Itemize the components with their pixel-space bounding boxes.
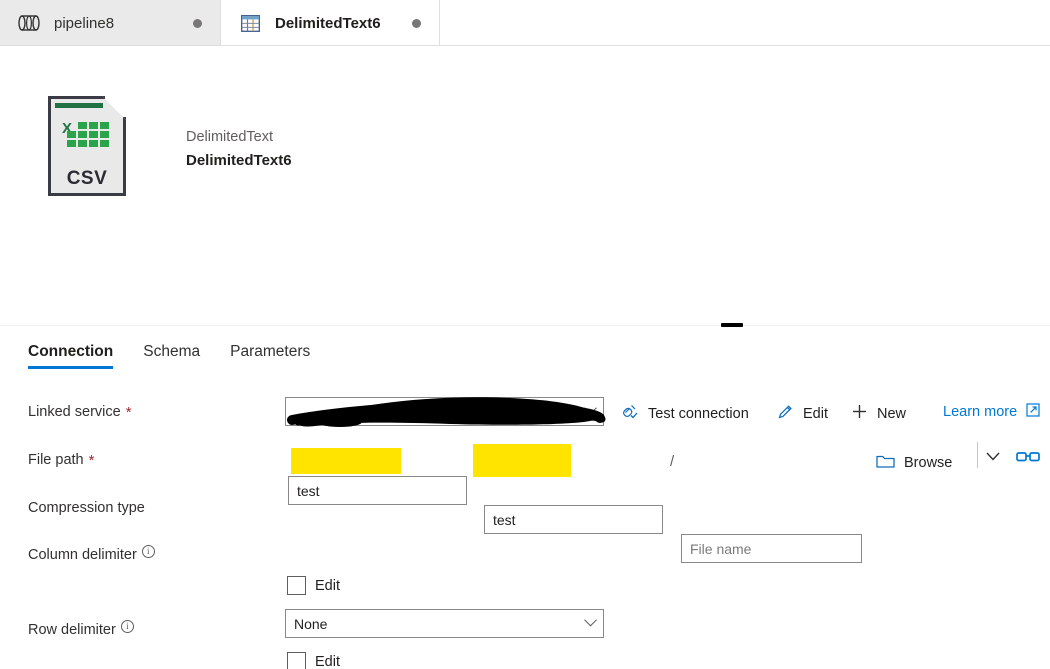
highlight-container [291, 448, 401, 474]
tab-label: DelimitedText6 [275, 15, 381, 32]
chevron-down-icon [584, 613, 597, 626]
plus-icon [851, 403, 868, 424]
label-text: Linked service [28, 404, 121, 420]
folder-icon [876, 453, 895, 473]
dataset-canvas: X CSV DelimitedText DelimitedTe [0, 46, 1050, 321]
tab-delimitedtext6[interactable]: DelimitedText6 [221, 0, 440, 46]
checkbox-label: Edit [315, 654, 340, 669]
tab-parameters[interactable]: Parameters [230, 343, 310, 369]
label-text: File path [28, 452, 84, 468]
checkbox-box[interactable] [287, 576, 306, 595]
csv-icon-label: CSV [48, 168, 126, 190]
directory-value: test [493, 512, 516, 528]
file-name-input[interactable]: File name [681, 534, 862, 563]
tab-connection[interactable]: Connection [28, 343, 113, 369]
pane-splitter [0, 325, 1050, 326]
preview-data-glasses-icon[interactable] [1016, 450, 1040, 468]
button-label: Edit [803, 406, 828, 422]
info-icon[interactable]: i [121, 620, 134, 633]
compression-type-dropdown[interactable]: None [285, 609, 604, 638]
new-linked-service-button[interactable]: New [851, 403, 906, 424]
highlight-directory [473, 444, 571, 477]
plug-check-icon [622, 403, 639, 424]
compression-type-label: Compression type [28, 500, 145, 516]
button-label: Test connection [648, 406, 749, 422]
path-separator-1: / [474, 453, 478, 470]
azure-data-factory-dataset-editor: pipeline8 DelimitedText6 [0, 0, 1050, 669]
checkbox-label: Edit [315, 578, 340, 594]
column-delimiter-label: Column delimiter i [28, 547, 155, 563]
learn-more-link[interactable]: Learn more [943, 403, 1040, 421]
dataset-type-label: DelimitedText [186, 126, 292, 148]
toolbar-separator [977, 442, 978, 468]
dataset-name: DelimitedText6 [186, 148, 292, 174]
file-path-directory-input[interactable]: test [484, 505, 663, 534]
editor-tab-strip: pipeline8 DelimitedText6 [0, 0, 1050, 46]
file-path-label: File path * [28, 452, 94, 468]
pipeline-icon [18, 12, 40, 34]
tab-unsaved-dot[interactable] [193, 19, 202, 28]
linked-service-label: Linked service * [28, 404, 132, 420]
row-delimiter-label: Row delimiter i [28, 622, 134, 638]
file-path-container-input[interactable]: test [288, 476, 467, 505]
file-path-more-chevron[interactable] [984, 450, 1002, 468]
button-label: Browse [904, 455, 952, 471]
tab-unsaved-dot[interactable] [412, 19, 421, 28]
column-delimiter-edit-checkbox[interactable]: Edit [287, 576, 340, 595]
compression-type-value: None [294, 616, 327, 632]
button-label: New [877, 406, 906, 422]
tab-label: pipeline8 [54, 15, 114, 32]
path-separator-2: / [670, 453, 674, 470]
csv-file-icon: X CSV [48, 96, 126, 196]
properties-pane: Connection Schema Parameters Linked serv… [0, 330, 1050, 669]
chevron-down-icon [584, 401, 597, 414]
required-marker: * [126, 405, 132, 420]
linked-service-dropdown[interactable] [285, 397, 604, 426]
browse-button[interactable]: Browse [876, 453, 952, 473]
tab-schema[interactable]: Schema [143, 343, 200, 369]
pane-resize-handle[interactable] [721, 323, 743, 327]
tab-label: Schema [143, 343, 200, 360]
test-connection-button[interactable]: Test connection [622, 403, 749, 424]
link-label: Learn more [943, 404, 1017, 420]
label-text: Column delimiter [28, 547, 137, 563]
tab-label: Connection [28, 343, 113, 360]
edit-linked-service-button[interactable]: Edit [777, 403, 828, 424]
checkbox-box[interactable] [287, 652, 306, 669]
tab-label: Parameters [230, 343, 310, 360]
container-value: test [297, 483, 320, 499]
pencil-icon [777, 403, 794, 424]
dataset-header: X CSV DelimitedText DelimitedTe [48, 96, 292, 196]
table-grid-icon [239, 12, 261, 34]
properties-tab-list: Connection Schema Parameters [28, 343, 310, 369]
info-icon[interactable]: i [142, 545, 155, 558]
row-delimiter-edit-checkbox[interactable]: Edit [287, 652, 340, 669]
tab-pipeline8[interactable]: pipeline8 [0, 0, 221, 46]
label-text: Row delimiter [28, 622, 116, 638]
label-text: Compression type [28, 500, 145, 516]
tab-strip-empty-area [440, 0, 1050, 46]
required-marker: * [89, 453, 95, 468]
external-link-icon [1026, 403, 1040, 421]
file-name-placeholder: File name [690, 541, 751, 557]
